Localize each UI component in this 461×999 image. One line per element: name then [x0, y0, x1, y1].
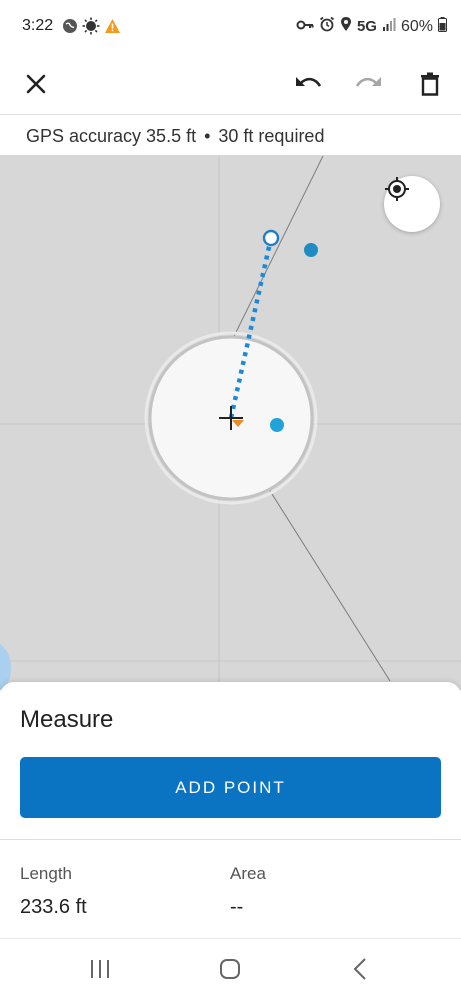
- location-icon: [340, 16, 352, 37]
- network-type: 5G: [356, 18, 377, 35]
- gps-accuracy-text: GPS accuracy 35.5 ft • 30 ft required: [26, 126, 324, 147]
- undo-button[interactable]: [284, 60, 332, 108]
- close-icon: [26, 74, 46, 94]
- status-right: 5G 60%: [296, 16, 447, 37]
- home-icon: [220, 959, 240, 979]
- back-button[interactable]: [340, 953, 380, 985]
- gps-required-value: 30 ft required: [218, 126, 325, 146]
- trash-icon: [421, 72, 439, 96]
- locate-button[interactable]: [384, 176, 440, 232]
- toolbar: [0, 54, 461, 114]
- redo-icon: [355, 77, 381, 87]
- measure-sheet: Measure ADD POINT Length 233.6 ft Area -…: [0, 682, 461, 938]
- status-left-icons: [62, 17, 121, 40]
- redo-button[interactable]: [345, 60, 393, 108]
- home-button[interactable]: [210, 953, 250, 985]
- back-icon: [353, 958, 366, 980]
- gps-accuracy-bar: GPS accuracy 35.5 ft • 30 ft required: [0, 114, 461, 156]
- globe-icon: [62, 18, 78, 39]
- alarm-icon: [319, 16, 335, 37]
- battery-percent: 60%: [400, 17, 433, 35]
- measure-start-point[interactable]: [262, 229, 280, 247]
- battery-icon: [438, 16, 447, 37]
- gps-location-point: [270, 418, 284, 432]
- gps-separator: •: [204, 126, 211, 146]
- close-button[interactable]: [12, 60, 60, 108]
- map-canvas: [0, 156, 461, 690]
- status-time: 3:22: [22, 17, 54, 34]
- warning-icon: [104, 18, 121, 39]
- delete-button[interactable]: [406, 60, 454, 108]
- signal-icon: [382, 17, 396, 36]
- area-label: Area: [230, 864, 266, 883]
- sheet-title: Measure: [20, 706, 114, 733]
- area-metric: Area --: [230, 864, 266, 919]
- sun-icon: [82, 17, 100, 40]
- map-view[interactable]: [0, 156, 461, 690]
- gps-accuracy-value: GPS accuracy 35.5 ft: [26, 126, 197, 146]
- recents-button[interactable]: [80, 953, 120, 985]
- divider: [0, 839, 461, 840]
- vpn-key-icon: [296, 18, 314, 36]
- length-metric: Length 233.6 ft: [20, 864, 87, 919]
- area-value: --: [230, 896, 244, 918]
- length-label: Length: [20, 864, 72, 883]
- recents-icon: [91, 960, 109, 978]
- undo-icon: [296, 77, 322, 87]
- add-point-button[interactable]: ADD POINT: [20, 757, 441, 818]
- gps-target-icon: [385, 177, 409, 201]
- navigation-bar: [0, 938, 461, 999]
- status-bar: 3:22 5G 60%: [0, 0, 461, 54]
- map-point[interactable]: [304, 243, 318, 257]
- length-value: 233.6 ft: [20, 896, 87, 918]
